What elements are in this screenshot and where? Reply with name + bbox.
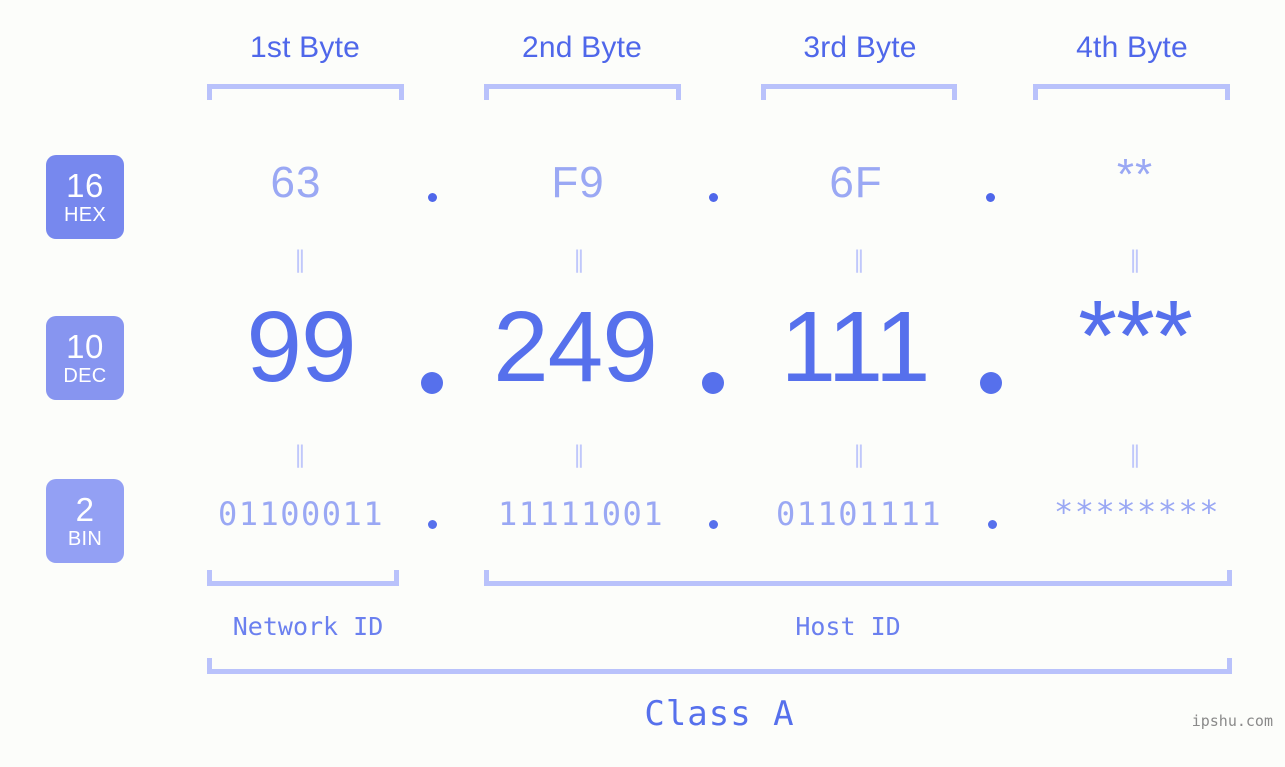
base-badge-dec-name: DEC <box>63 365 107 387</box>
base-badge-dec-number: 10 <box>66 328 104 365</box>
base-badge-hex: 16 HEX <box>46 155 124 239</box>
bin-separator-dot-3 <box>988 520 997 529</box>
network-id-label: Network ID <box>232 612 384 641</box>
network-id-bracket <box>207 570 399 586</box>
hex-byte-3: 6F <box>829 158 883 207</box>
host-id-bracket <box>484 570 1232 586</box>
equals-separator-dec-bin-4: ‖ <box>1129 442 1143 468</box>
hex-byte-1: 63 <box>270 158 322 207</box>
bin-byte-4: ******** <box>1053 493 1221 531</box>
base-badge-hex-name: HEX <box>63 204 107 226</box>
byte-bracket-top-2 <box>484 84 681 100</box>
bin-separator-dot-1 <box>428 520 437 529</box>
byte-header-4: 4th Byte <box>1076 31 1188 64</box>
class-label: Class A <box>644 694 795 734</box>
dec-separator-dot-2 <box>702 372 724 394</box>
host-id-label: Host ID <box>795 612 901 641</box>
byte-header-1: 1st Byte <box>250 31 360 64</box>
byte-bracket-top-1 <box>207 84 404 100</box>
hex-byte-4: ** <box>1116 150 1154 199</box>
equals-separator-hex-dec-2: ‖ <box>573 247 587 273</box>
dec-separator-dot-1 <box>421 372 443 394</box>
class-bracket <box>207 658 1232 674</box>
bin-byte-1: 01100011 <box>217 495 385 533</box>
dec-byte-4: *** <box>1078 280 1193 392</box>
ip-address-breakdown-diagram: 1st Byte 2nd Byte 3rd Byte 4th Byte 16 H… <box>0 0 1285 767</box>
byte-header-2: 2nd Byte <box>521 31 643 64</box>
byte-bracket-top-4 <box>1033 84 1230 100</box>
equals-separator-dec-bin-3: ‖ <box>853 442 867 468</box>
dec-byte-2: 249 <box>493 291 658 403</box>
base-badge-bin-number: 2 <box>75 491 95 528</box>
bin-separator-dot-2 <box>709 520 718 529</box>
base-badge-bin-name: BIN <box>67 528 103 550</box>
base-badge-dec: 10 DEC <box>46 316 124 400</box>
dec-byte-1: 99 <box>246 291 356 403</box>
hex-separator-dot-1 <box>428 193 437 202</box>
bin-byte-2: 11111001 <box>497 495 665 533</box>
hex-separator-dot-3 <box>986 193 995 202</box>
dec-byte-3: 111 <box>780 291 930 403</box>
hex-byte-2: F9 <box>551 158 605 207</box>
base-badge-bin: 2 BIN <box>46 479 124 563</box>
base-badge-hex-number: 16 <box>66 167 104 204</box>
equals-separator-dec-bin-1: ‖ <box>294 442 308 468</box>
equals-separator-hex-dec-3: ‖ <box>853 247 867 273</box>
equals-separator-hex-dec-1: ‖ <box>294 247 308 273</box>
watermark: ipshu.com <box>1191 712 1273 730</box>
byte-header-3: 3rd Byte <box>803 31 917 64</box>
equals-separator-hex-dec-4: ‖ <box>1129 247 1143 273</box>
dec-separator-dot-3 <box>980 372 1002 394</box>
byte-bracket-top-3 <box>761 84 957 100</box>
hex-separator-dot-2 <box>709 193 718 202</box>
equals-separator-dec-bin-2: ‖ <box>573 442 587 468</box>
bin-byte-3: 01101111 <box>775 495 943 533</box>
